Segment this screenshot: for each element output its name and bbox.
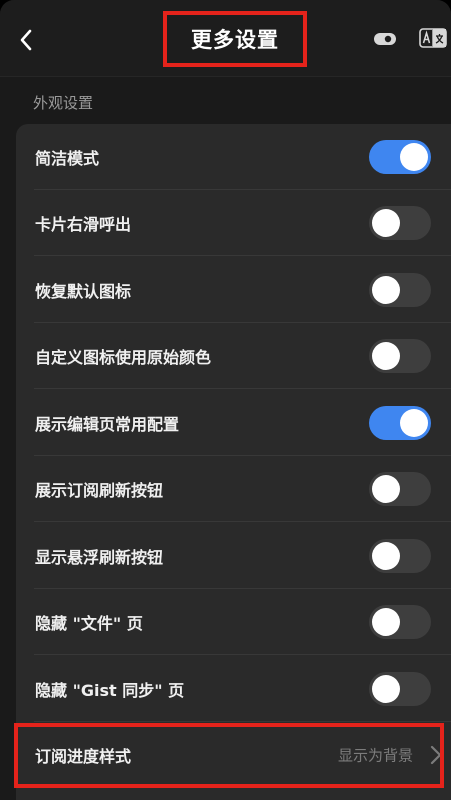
- chevron-left-icon: [20, 29, 32, 51]
- toggle-switch[interactable]: [369, 539, 431, 573]
- toggle-knob: [372, 542, 400, 570]
- eye-toggle-button[interactable]: [372, 30, 398, 48]
- setting-label: 显示悬浮刷新按钮: [35, 548, 164, 567]
- row-divider: [34, 521, 451, 522]
- setting-label: 隐藏 "Gist 同步" 页: [35, 681, 185, 700]
- toggle-knob: [400, 143, 428, 171]
- toggle-knob: [400, 409, 428, 437]
- setting-label: 展示订阅刷新按钮: [35, 481, 164, 500]
- setting-label: 隐藏 "文件" 页: [35, 614, 143, 633]
- toggle-switch[interactable]: [369, 339, 431, 373]
- setting-row-hide-gist-sync[interactable]: 隐藏 "Gist 同步" 页: [16, 656, 451, 722]
- setting-label: 自定义图标使用原始颜色: [35, 348, 212, 367]
- toggle-switch[interactable]: [369, 472, 431, 506]
- settings-screen: 更多设置 外观设置 简洁模式 卡片右滑呼出 恢复默认图标 自定义图标使用原始颜色…: [0, 0, 451, 800]
- toggle-knob: [372, 209, 400, 237]
- setting-label: 恢复默认图标: [35, 282, 132, 301]
- progress-style-highlight: [14, 723, 444, 788]
- section-title: 外观设置: [33, 94, 94, 112]
- setting-row-floating-refresh[interactable]: 显示悬浮刷新按钮: [16, 523, 451, 589]
- back-button[interactable]: [10, 22, 42, 58]
- setting-row-custom-icon-color[interactable]: 自定义图标使用原始颜色: [16, 323, 451, 389]
- toggle-switch[interactable]: [369, 140, 431, 174]
- row-divider: [34, 388, 451, 389]
- toggle-knob: [372, 276, 400, 304]
- setting-row-edit-page-config[interactable]: 展示编辑页常用配置: [16, 390, 451, 456]
- page-title: 更多设置: [191, 28, 279, 52]
- row-divider: [34, 255, 451, 256]
- translate-button[interactable]: [418, 27, 448, 49]
- row-divider: [34, 654, 451, 655]
- setting-row-subscription-refresh[interactable]: 展示订阅刷新按钮: [16, 456, 451, 522]
- toggle-knob: [372, 675, 400, 703]
- toggle-switch[interactable]: [369, 273, 431, 307]
- nav-header: 更多设置: [0, 0, 451, 77]
- toggle-switch[interactable]: [369, 672, 431, 706]
- setting-row-card-swipe[interactable]: 卡片右滑呼出: [16, 190, 451, 256]
- setting-row-simple-mode[interactable]: 简洁模式: [16, 124, 451, 190]
- setting-row-hide-files[interactable]: 隐藏 "文件" 页: [16, 589, 451, 655]
- translate-icon: [419, 28, 447, 48]
- toggle-knob: [372, 342, 400, 370]
- toggle-knob: [372, 608, 400, 636]
- title-highlight: 更多设置: [163, 11, 307, 67]
- setting-label: 卡片右滑呼出: [35, 215, 132, 234]
- setting-label: 简洁模式: [35, 149, 100, 168]
- toggle-knob: [372, 475, 400, 503]
- settings-card: 简洁模式 卡片右滑呼出 恢复默认图标 自定义图标使用原始颜色 展示编辑页常用配置…: [16, 124, 451, 800]
- setting-row-restore-icon[interactable]: 恢复默认图标: [16, 257, 451, 323]
- setting-label: 展示编辑页常用配置: [35, 415, 180, 434]
- toggle-switch[interactable]: [369, 605, 431, 639]
- toggle-switch[interactable]: [369, 406, 431, 440]
- toggle-switch[interactable]: [369, 206, 431, 240]
- eye-toggle-icon: [374, 33, 396, 45]
